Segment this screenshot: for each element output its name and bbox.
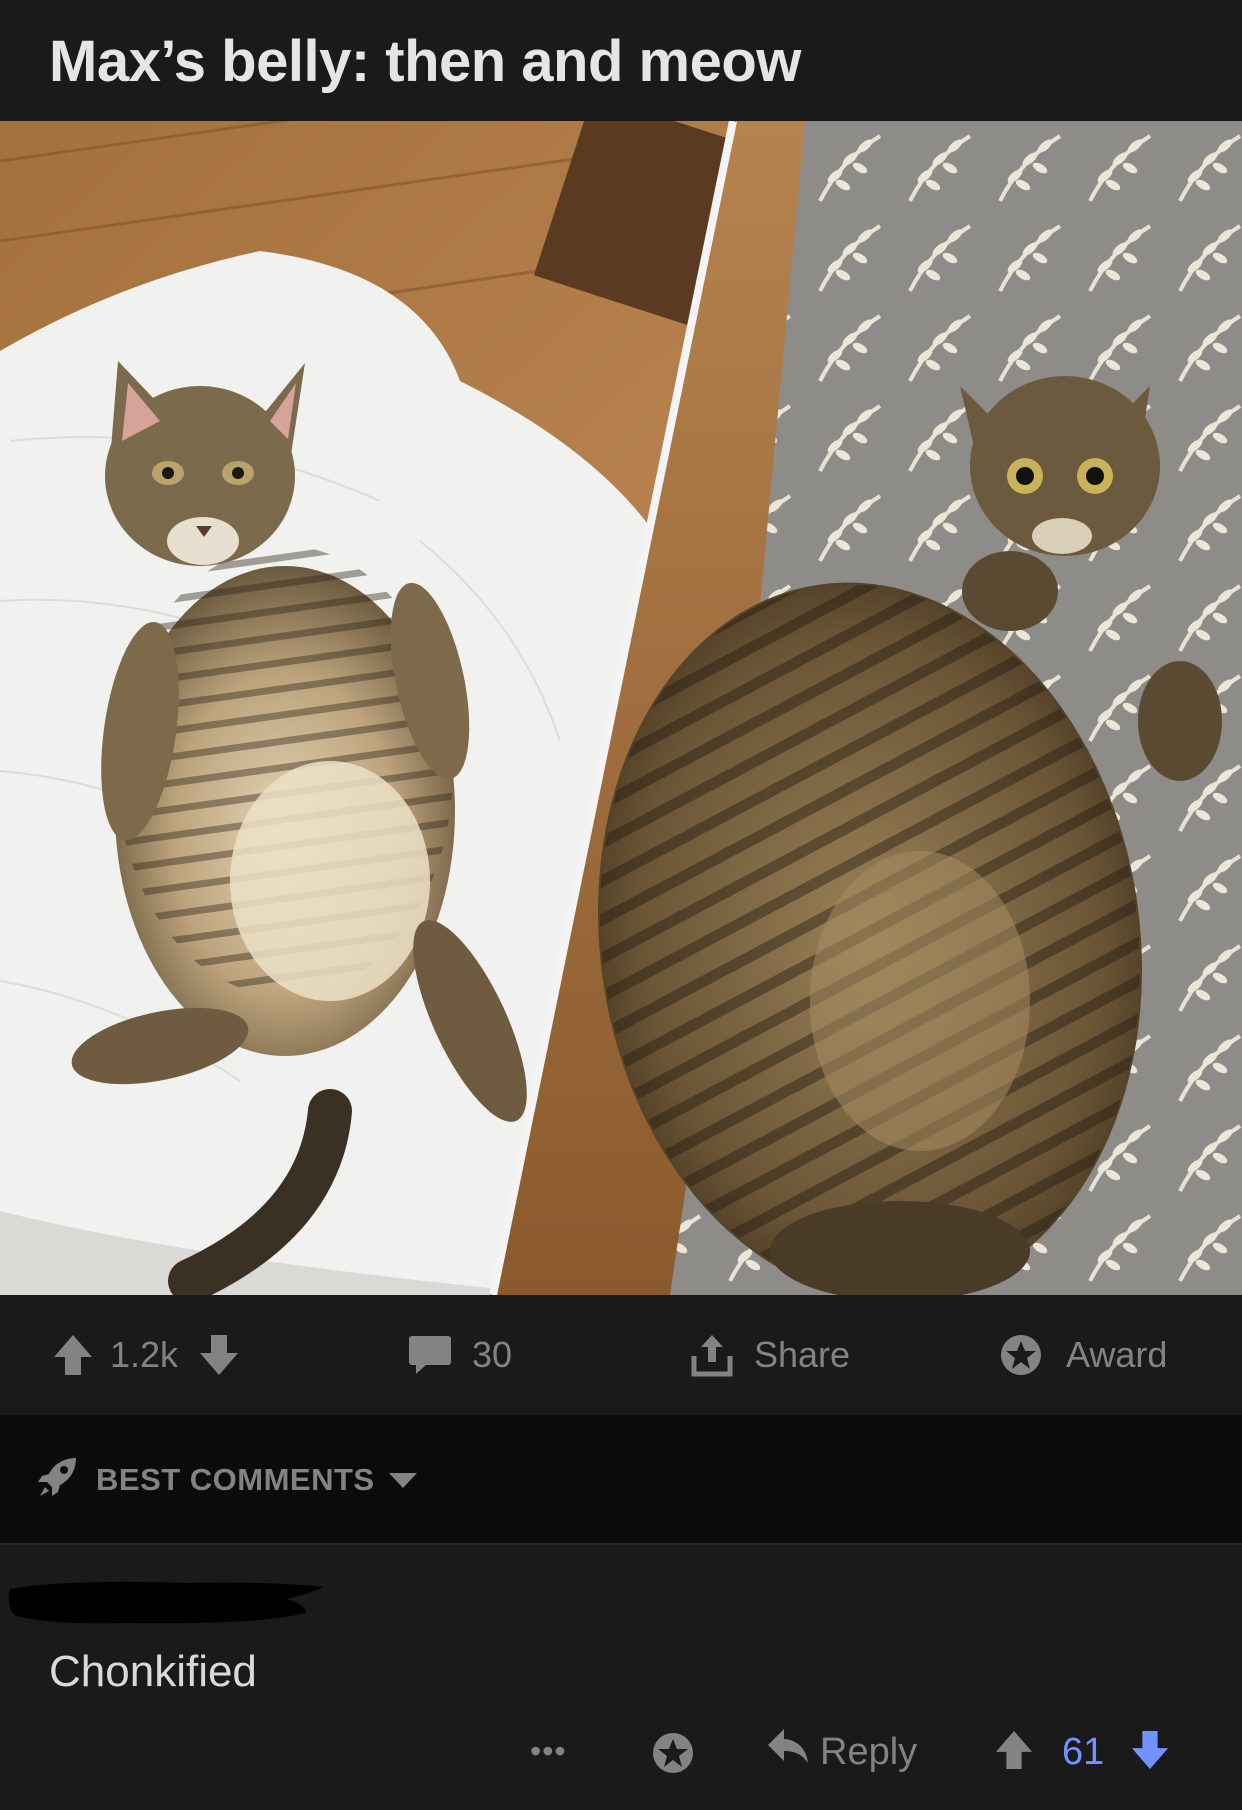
post-image-canvas [0, 121, 1242, 1295]
share-label: Share [754, 1334, 851, 1375]
reply-button[interactable]: Reply [766, 1727, 917, 1777]
post-image[interactable] [0, 121, 1242, 1295]
comment-bubble-icon [408, 1334, 452, 1376]
award-label: Award [1066, 1334, 1168, 1375]
comment-award-icon[interactable] [650, 1731, 696, 1780]
award-star-icon [998, 1333, 1044, 1377]
reply-arrow-icon [766, 1727, 810, 1777]
sort-label: BEST COMMENTS [96, 1462, 375, 1497]
arrow-up-icon[interactable] [52, 1333, 94, 1377]
arrow-up-icon[interactable] [994, 1729, 1034, 1776]
caret-down-icon [387, 1462, 419, 1498]
award-button[interactable]: Award [998, 1295, 1167, 1415]
comment: Chonkified ••• Reply 61 [0, 1547, 1242, 1810]
comment-body: Chonkified [49, 1647, 257, 1696]
reply-label: Reply [820, 1730, 918, 1773]
comments-button[interactable]: 30 [408, 1295, 512, 1415]
sort-best-comments-button[interactable]: BEST COMMENTS [36, 1415, 419, 1545]
comment-sort-bar: BEST COMMENTS [0, 1415, 1242, 1545]
post-title[interactable]: Max’s belly: then and meow [49, 28, 801, 95]
more-options-button[interactable]: ••• [530, 1733, 567, 1770]
comments-count: 30 [472, 1334, 513, 1375]
rocket-icon [36, 1454, 80, 1506]
post-score: 1.2k [110, 1334, 179, 1375]
share-upload-icon [690, 1332, 734, 1378]
arrow-down-icon[interactable] [198, 1333, 240, 1377]
post-header: Max’s belly: then and meow [0, 0, 1242, 121]
redacted-author [8, 1581, 325, 1624]
post-action-bar: 1.2k 30 Share Award [0, 1295, 1242, 1415]
post-vote-group: 1.2k [52, 1295, 240, 1415]
comment-vote-group: 61 [994, 1729, 1170, 1776]
share-button[interactable]: Share [690, 1295, 850, 1415]
comment-score: 61 [1062, 1731, 1105, 1773]
arrow-down-icon[interactable] [1130, 1729, 1170, 1776]
comment-actions: ••• Reply 61 [0, 1715, 1242, 1795]
